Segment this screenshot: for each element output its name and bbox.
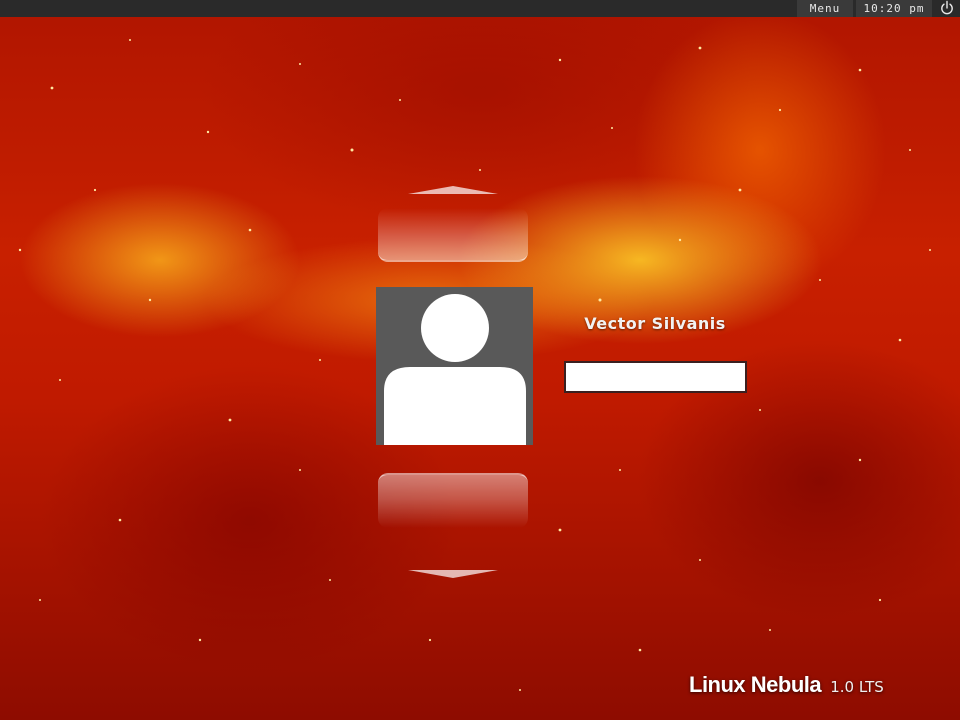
distro-branding: Linux Nebula 1.0 LTS xyxy=(689,672,884,698)
distro-name: Linux Nebula xyxy=(689,672,822,697)
chevron-down-icon[interactable] xyxy=(408,563,498,578)
menu-button[interactable]: Menu xyxy=(797,0,853,17)
clock: 10:20 pm xyxy=(856,0,932,17)
top-panel: Menu 10:20 pm xyxy=(0,0,960,17)
chevron-up-icon[interactable] xyxy=(408,179,498,194)
previous-user-slot[interactable] xyxy=(378,208,528,262)
user-silhouette-icon[interactable] xyxy=(376,287,533,445)
password-field[interactable] xyxy=(564,361,747,393)
next-user-slot[interactable] xyxy=(378,473,528,528)
distro-version: 1.0 LTS xyxy=(830,678,884,696)
username-label: Vector Silvanis xyxy=(584,314,726,333)
power-icon[interactable] xyxy=(936,0,958,17)
